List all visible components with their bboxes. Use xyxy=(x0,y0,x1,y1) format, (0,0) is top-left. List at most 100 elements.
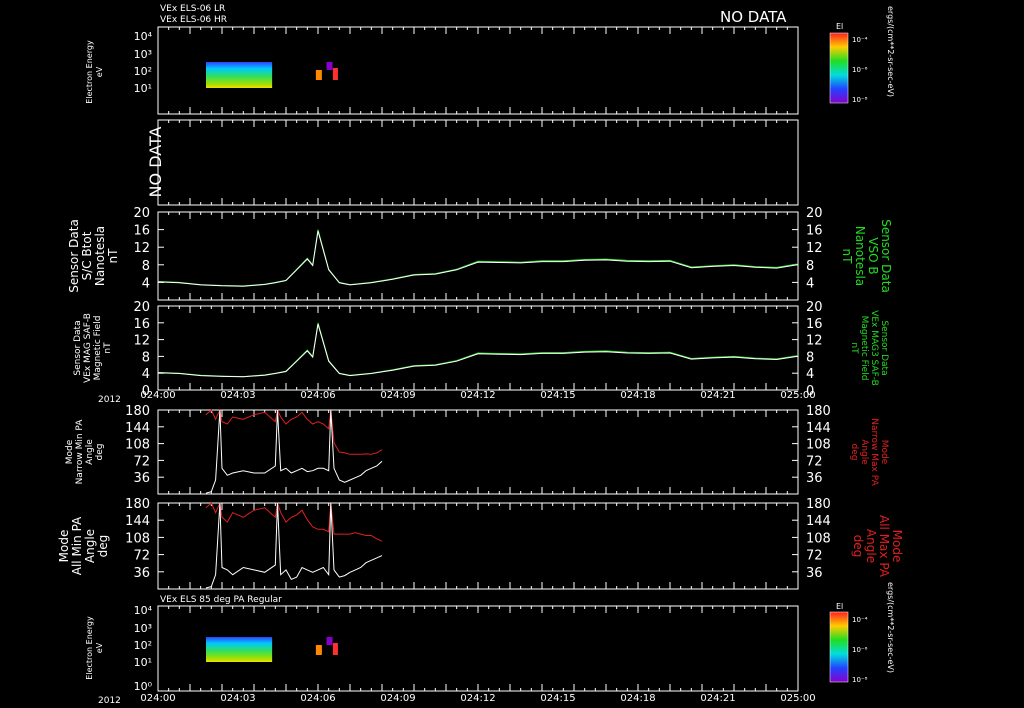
axis-label: Narrow Min PA xyxy=(75,419,85,485)
axis-label-right: Magnetic Field xyxy=(859,316,869,381)
axis-label-right: Angle xyxy=(864,529,878,563)
panel-frame xyxy=(157,211,799,301)
y-tick-label: 108 xyxy=(125,531,150,546)
axis-label-right: VEx MAG3 SAF-B xyxy=(869,310,879,386)
tick-label: 10⁴ xyxy=(134,30,153,43)
time-tick-label: 025:00 xyxy=(780,693,815,704)
spectrogram-hotspot xyxy=(332,68,338,80)
y-tick-label: 8 xyxy=(142,350,150,365)
panel-frame xyxy=(157,502,799,590)
colorbar-tick: 10⁻⁴ xyxy=(852,36,868,44)
tick-label: 10⁴ xyxy=(134,604,153,617)
colorbar-tick: 10⁻⁸ xyxy=(852,676,868,684)
y-tick-label: 72 xyxy=(133,454,150,469)
time-tick-label: 024:03 xyxy=(220,693,255,704)
axis-label: Angle xyxy=(85,439,95,465)
no-data-header: NO DATA xyxy=(720,8,787,26)
y-tick-label: 16 xyxy=(806,224,823,239)
axis-label-right: Mode xyxy=(890,530,904,563)
axis-label-right: Nanotesla xyxy=(853,226,867,286)
tick-label: 10¹ xyxy=(134,82,152,95)
bottom-panel-title: VEx ELS 85 deg PA Regular xyxy=(160,595,282,605)
y-tick-label: 36 xyxy=(806,566,823,581)
axis-label-right: Mode xyxy=(879,440,889,465)
y-tick-label: 36 xyxy=(133,566,150,581)
y-tick-label: 16 xyxy=(806,317,823,332)
axis-label-right: Narrow Max PA xyxy=(869,418,879,486)
y-tick-label: 12 xyxy=(133,241,150,256)
colorbar-gradient xyxy=(829,32,849,104)
panel-frame xyxy=(157,305,799,391)
axis-label: nT xyxy=(103,342,113,354)
y-tick-label: 72 xyxy=(806,549,823,564)
axis-label-right: nT xyxy=(840,249,854,265)
y-tick-label: 180 xyxy=(806,497,831,512)
time-tick-label: 024:09 xyxy=(380,390,415,401)
time-tick-label: 024:15 xyxy=(540,693,575,704)
btot-series-line xyxy=(157,229,799,287)
axis-label-right: VSO B xyxy=(866,237,880,274)
narrow-max-pa-line xyxy=(205,408,383,455)
time-tick-label: 024:09 xyxy=(380,693,415,704)
time-tick-label: 024:00 xyxy=(140,693,175,704)
multi-panel-plot: VEx ELS-06 LR VEx ELS-06 HR NO DATA VEx … xyxy=(57,4,904,706)
colorbar-top: El 10⁻⁴ 10⁻⁶ 10⁻⁸ xyxy=(829,22,868,104)
y-tick-label: 4 xyxy=(142,276,150,291)
axis-label: Sensor Data xyxy=(67,219,81,293)
panel-all-pa xyxy=(157,502,799,590)
axis-label: Nanotesla xyxy=(93,226,107,286)
spectrogram-hotspot xyxy=(315,645,322,655)
colorbar-bottom: El 10⁻⁴ 10⁻⁶ 10⁻⁸ xyxy=(829,602,868,684)
y-tick-label: 180 xyxy=(125,497,150,512)
axis-label: Mode xyxy=(65,439,75,464)
time-tick-label: 024:06 xyxy=(300,693,335,704)
y-tick-label: 108 xyxy=(806,531,831,546)
colorbar-tick: 10⁻⁶ xyxy=(852,646,868,654)
axis-label: All Min PA xyxy=(70,516,84,575)
y-tick-label: 12 xyxy=(806,241,823,256)
instrument-title-lr: VEx ELS-06 LR xyxy=(160,4,225,14)
flux-unit-label-top: ergs/(cm**2-sr-sec-eV) xyxy=(886,6,895,97)
y-tick-label: 144 xyxy=(806,421,831,436)
axis-label: Magnetic Field xyxy=(93,316,103,381)
panel-narrow-pa xyxy=(157,409,799,495)
y-tick-label: 4 xyxy=(806,276,814,291)
y-tick-label: 8 xyxy=(142,259,150,274)
btot-axis-labels: Sensor Data S/C Btot Nanotesla nT Sensor… xyxy=(67,219,893,293)
tick-label: 10³ xyxy=(134,622,152,635)
colorbar-gradient xyxy=(829,611,849,683)
axis-label: Electron Energy xyxy=(85,40,94,104)
axis-label-right: Sensor Data xyxy=(879,320,889,375)
axis-label: VEx MAG SAF-B xyxy=(83,313,93,383)
spectrogram-hotspot xyxy=(326,62,333,70)
y-tick-label: 36 xyxy=(133,471,150,486)
y-tick-label: 12 xyxy=(133,334,150,349)
time-tick-label: 024:18 xyxy=(620,390,655,401)
axis-label: Electron Energy xyxy=(85,616,94,680)
time-tick-label: 024:18 xyxy=(620,693,655,704)
y-tick-label: 108 xyxy=(806,438,831,453)
colorbar-tick: 10⁻⁶ xyxy=(852,66,868,74)
y-tick-label: 144 xyxy=(125,514,150,529)
all-max-pa-line xyxy=(205,501,383,542)
y-tick-label: 16 xyxy=(133,317,150,332)
y-tick-label: 72 xyxy=(133,549,150,564)
spectrogram-hotspot xyxy=(315,70,322,80)
year-label-bottom: 2012 xyxy=(98,696,121,706)
narrow-pa-axis-labels: Mode Narrow Min PA Angle deg Mode Narrow… xyxy=(65,418,889,486)
axis-label-right: deg xyxy=(849,444,859,461)
axis-label-right: Angle xyxy=(859,439,869,465)
flux-unit-label-bottom: ergs/(cm**2-sr-sec-eV) xyxy=(886,582,895,673)
axis-label: Mode xyxy=(57,530,71,563)
mag-series-line xyxy=(157,322,799,378)
tick-label: 10² xyxy=(134,639,152,652)
narrow-min-pa-line xyxy=(205,409,383,494)
no-data-label: NO DATA xyxy=(146,127,165,198)
all-pa-axis-labels: Mode All Min PA Angle deg Mode All Max P… xyxy=(57,515,904,578)
colorbar-label: El xyxy=(836,22,843,31)
tick-label: 10³ xyxy=(134,48,152,61)
panel-frame xyxy=(157,119,799,206)
y-tick-label: 8 xyxy=(806,350,814,365)
colorbar-tick: 10⁻⁴ xyxy=(852,616,868,624)
time-tick-label: 024:03 xyxy=(220,390,255,401)
